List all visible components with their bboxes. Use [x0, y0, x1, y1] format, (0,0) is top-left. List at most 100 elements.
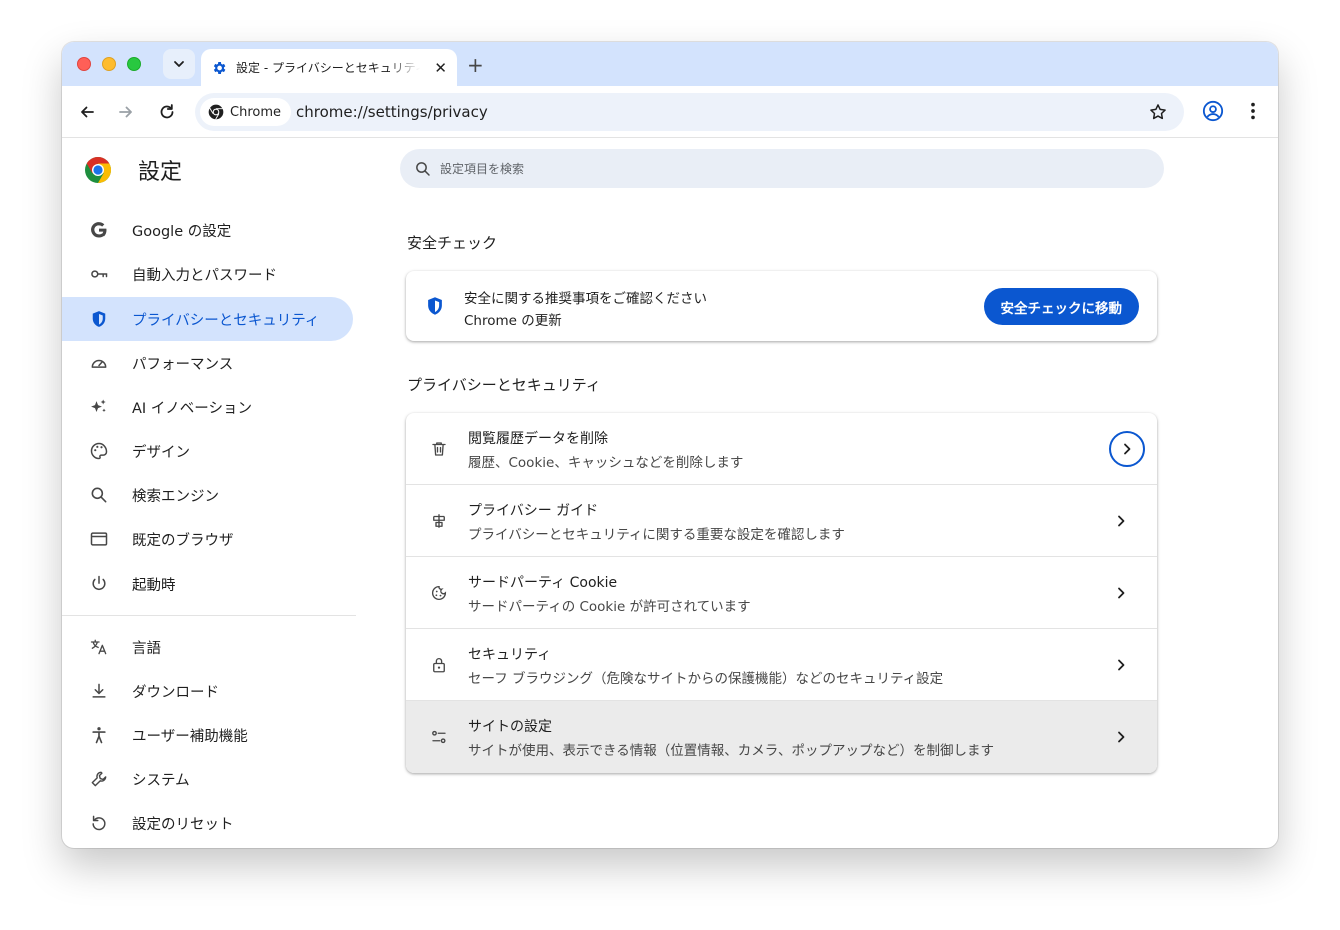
new-tab-button[interactable]: +	[467, 53, 484, 77]
safety-check-title: 安全に関する推奨事項をご確認ください	[464, 291, 707, 307]
settings-gear-icon	[213, 61, 226, 74]
profile-avatar-icon[interactable]	[1202, 100, 1224, 122]
sidebar-item[interactable]: 設定のリセット	[62, 801, 353, 845]
forward-button[interactable]	[114, 100, 138, 124]
chevron-right-icon[interactable]	[1109, 509, 1133, 533]
download-icon	[88, 680, 110, 702]
reset-icon	[88, 812, 110, 834]
chevron-right-icon[interactable]	[1109, 581, 1133, 605]
row-privacy-guide[interactable]: プライバシー ガイド プライバシーとセキュリティに関する重要な設定を確認します	[406, 485, 1157, 557]
row-title: 閲覧履歴データを削除	[468, 431, 608, 447]
zoom-window-button[interactable]	[127, 57, 141, 71]
toolbar: Chrome chrome://settings/privacy	[62, 86, 1278, 138]
sidebar-item-label: 既定のブラウザ	[132, 532, 234, 549]
sidebar-item-label: 検索エンジン	[132, 488, 219, 505]
sidebar-item-label: 設定のリセット	[132, 816, 234, 833]
row-third-party-cookies[interactable]: サードパーティ Cookie サードパーティの Cookie が許可されています	[406, 557, 1157, 629]
sparkle-icon	[88, 396, 110, 418]
sidebar-item-label: ダウンロード	[132, 684, 219, 701]
privacy-guide-icon	[428, 510, 450, 532]
safety-check-subtitle: Chrome の更新	[464, 313, 562, 329]
safety-check-heading: 安全チェック	[407, 234, 498, 252]
sidebar-item[interactable]: ユーザー補助機能	[62, 713, 353, 757]
tab-search-button[interactable]	[163, 49, 195, 79]
sidebar-item[interactable]: 検索エンジン	[62, 473, 353, 517]
row-clear-browsing-data[interactable]: 閲覧履歴データを削除 履歴、Cookie、キャッシュなどを削除します	[406, 413, 1157, 485]
settings-search-field[interactable]: 設定項目を検索	[400, 149, 1164, 188]
reload-button[interactable]	[155, 100, 179, 124]
sidebar-item[interactable]: 既定のブラウザ	[62, 517, 353, 561]
sidebar-item-label: デザイン	[132, 444, 190, 461]
sidebar-item[interactable]: AI イノベーション	[62, 385, 353, 429]
privacy-security-heading: プライバシーとセキュリティ	[407, 376, 601, 394]
sidebar-item[interactable]: システム	[62, 757, 353, 801]
search-placeholder: 設定項目を検索	[440, 162, 525, 176]
site-chip[interactable]: Chrome	[200, 98, 291, 126]
reload-icon	[160, 104, 174, 119]
safety-check-card: 安全に関する推奨事項をご確認ください Chrome の更新 安全チェックに移動	[406, 271, 1157, 341]
sidebar-item-label: システム	[132, 772, 190, 789]
lock-icon	[428, 654, 450, 676]
chrome-logo-icon	[208, 104, 224, 120]
wrench-icon	[88, 768, 110, 790]
sidebar-item-label: Google の設定	[132, 223, 232, 240]
settings-brand: 設定	[84, 154, 182, 186]
back-button[interactable]	[75, 100, 99, 124]
sidebar-item-label: AI イノベーション	[132, 400, 253, 417]
go-to-safety-check-button[interactable]: 安全チェックに移動	[983, 288, 1139, 325]
translate-icon	[88, 636, 110, 658]
google-g-icon	[88, 219, 110, 241]
privacy-security-card: 閲覧履歴データを削除 履歴、Cookie、キャッシュなどを削除します プライバシ…	[406, 413, 1157, 773]
row-title: サイトの設定	[468, 719, 552, 735]
more-menu-icon[interactable]	[1242, 100, 1264, 122]
tab-settings[interactable]: 設定 - プライバシーとセキュリティ ✕	[201, 49, 457, 86]
sidebar-item[interactable]: Google の設定	[62, 208, 353, 252]
row-subtitle: セーフ ブラウジング（危険なサイトからの保護機能）などのセキュリティ設定	[468, 671, 944, 687]
row-subtitle: サードパーティの Cookie が許可されています	[468, 599, 751, 615]
sidebar-item[interactable]: プライバシーとセキュリティ	[62, 297, 353, 341]
search-icon	[88, 484, 110, 506]
row-subtitle: サイトが使用、表示できる情報（位置情報、カメラ、ポップアップなど）を制御します	[468, 743, 994, 759]
sidebar-item-label: プライバシーとセキュリティ	[132, 312, 320, 329]
tab-strip: 設定 - プライバシーとセキュリティ ✕ +	[62, 42, 1278, 86]
search-icon	[416, 161, 430, 176]
tune-icon	[428, 726, 450, 748]
row-security[interactable]: セキュリティ セーフ ブラウジング（危険なサイトからの保護機能）などのセキュリテ…	[406, 629, 1157, 701]
row-title: セキュリティ	[468, 647, 552, 663]
address-bar[interactable]: Chrome chrome://settings/privacy	[195, 93, 1184, 131]
sidebar-item[interactable]: 言語	[62, 625, 353, 669]
row-subtitle: 履歴、Cookie、キャッシュなどを削除します	[468, 455, 744, 471]
palette-icon	[88, 440, 110, 462]
site-chip-label: Chrome	[230, 104, 281, 120]
chevron-right-icon[interactable]	[1109, 653, 1133, 677]
close-tab-icon[interactable]: ✕	[434, 59, 447, 77]
chevron-right-icon[interactable]	[1109, 725, 1133, 749]
url-text[interactable]: chrome://settings/privacy	[296, 103, 488, 121]
tab-title: 設定 - プライバシーとセキュリティ	[236, 61, 420, 75]
key-icon	[88, 263, 110, 285]
sidebar-item-label: パフォーマンス	[132, 356, 234, 373]
chevron-right-icon[interactable]	[1109, 431, 1145, 467]
minimize-window-button[interactable]	[102, 57, 116, 71]
row-title: プライバシー ガイド	[468, 503, 599, 519]
sidebar-item-label: 自動入力とパスワード	[132, 267, 277, 284]
row-site-settings[interactable]: サイトの設定 サイトが使用、表示できる情報（位置情報、カメラ、ポップアップなど）…	[406, 701, 1157, 773]
power-icon	[88, 573, 110, 595]
bookmark-star-icon[interactable]	[1148, 102, 1168, 122]
sidebar-item[interactable]: パフォーマンス	[62, 341, 353, 385]
shield-icon	[88, 308, 110, 330]
sidebar-item-label: 言語	[132, 640, 161, 657]
sidebar-item[interactable]: 自動入力とパスワード	[62, 252, 353, 296]
close-window-button[interactable]	[77, 57, 91, 71]
chevron-down-icon	[174, 61, 184, 67]
browser-window: 設定 - プライバシーとセキュリティ ✕ + Chrome chrome://s…	[62, 42, 1278, 848]
sidebar-item-label: ユーザー補助機能	[132, 728, 248, 745]
row-title: サードパーティ Cookie	[468, 575, 618, 591]
sidebar-item[interactable]: 起動時	[62, 562, 353, 606]
cookie-icon	[428, 582, 450, 604]
sidebar-item[interactable]: ダウンロード	[62, 669, 353, 713]
accessibility-icon	[88, 724, 110, 746]
sidebar-divider	[62, 615, 356, 616]
back-arrow-icon	[81, 106, 94, 118]
sidebar-item[interactable]: デザイン	[62, 429, 353, 473]
